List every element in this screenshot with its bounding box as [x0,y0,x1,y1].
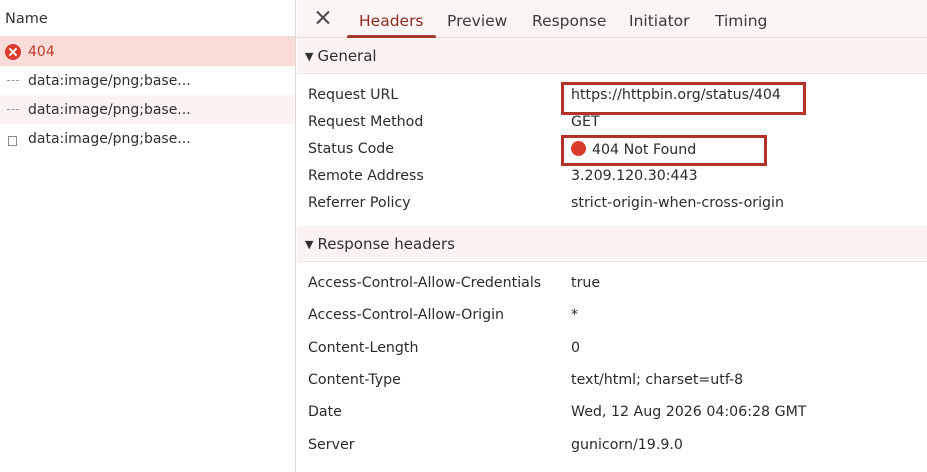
header-value[interactable]: 3.209.120.30:443 [571,168,698,184]
header-key: Referrer Policy [308,195,411,211]
header-key: Status Code [308,141,395,157]
name-column-header[interactable]: Name [0,0,295,37]
request-row[interactable]: data:image/png;base... [0,95,295,124]
header-row-server: Server gunicorn/19.9.0 [297,437,927,457]
header-key: Date [308,404,342,420]
request-name: data:image/png;base... [28,101,191,118]
header-row-content-type: Content-Type text/html; charset=utf-8 [297,372,927,392]
triangle-down-icon: ▼ [305,50,314,63]
response-headers-section-header[interactable]: ▼ Response headers [297,226,927,262]
tab-timing[interactable]: Timing [703,0,779,37]
request-url-highlight-box [561,82,806,115]
header-value[interactable]: 0 [571,340,580,356]
tab-initiator[interactable]: Initiator [617,0,702,37]
header-row-request-method: Request Method GET [297,114,927,134]
header-row-content-length: Content-Length 0 [297,340,927,360]
close-icon[interactable] [313,8,333,28]
file-icon [5,131,21,147]
header-value[interactable]: GET [571,114,600,130]
request-name: data:image/png;base... [28,72,191,89]
request-name: data:image/png;base... [28,130,191,147]
triangle-down-icon: ▼ [305,238,314,251]
status-code-highlight-box [561,135,767,166]
header-row-date: Date Wed, 12 Aug 2026 04:06:28 GMT [297,404,927,424]
general-section-body: Request URL https://httpbin.org/status/4… [297,74,927,226]
error-icon [5,43,21,60]
request-name: 404 [28,43,55,60]
header-key: Server [308,437,355,453]
tab-preview[interactable]: Preview [435,0,519,37]
section-title: General [317,47,377,65]
dash-icon [5,102,21,118]
header-key: Access-Control-Allow-Origin [308,307,505,323]
request-row[interactable]: data:image/png;base... [0,124,295,153]
tab-headers[interactable]: Headers [347,0,436,38]
header-row-acac: Access-Control-Allow-Credentials true [297,275,927,295]
header-value[interactable]: Wed, 12 Aug 2026 04:06:28 GMT [571,404,806,420]
request-row[interactable]: data:image/png;base... [0,66,295,95]
header-value[interactable]: text/html; charset=utf-8 [571,372,743,388]
general-section-header[interactable]: ▼ General [297,38,927,74]
header-row-referrer-policy: Referrer Policy strict-origin-when-cross… [297,195,927,215]
header-key: Content-Type [308,372,401,388]
header-value[interactable]: true [571,275,600,291]
header-key: Request Method [308,114,424,130]
header-value[interactable]: gunicorn/19.9.0 [571,437,683,453]
header-key: Content-Length [308,340,419,356]
tab-response[interactable]: Response [520,0,618,37]
dash-icon [5,73,21,89]
header-row-remote-address: Remote Address 3.209.120.30:443 [297,168,927,188]
request-list-panel: Name 404 data:image/png;base... data:ima… [0,0,296,472]
details-tab-bar: Headers Preview Response Initiator Timin… [297,0,927,38]
header-row-acao: Access-Control-Allow-Origin * [297,307,927,327]
header-key: Access-Control-Allow-Credentials [308,275,542,291]
response-headers-section-body: Access-Control-Allow-Credentials true Ac… [297,262,927,472]
request-details-panel: Headers Preview Response Initiator Timin… [297,0,927,472]
section-title: Response headers [317,235,455,253]
request-row-404[interactable]: 404 [0,37,295,66]
header-key: Request URL [308,87,399,103]
header-key: Remote Address [308,168,424,184]
header-value[interactable]: strict-origin-when-cross-origin [571,195,784,211]
header-value[interactable]: * [571,307,578,323]
